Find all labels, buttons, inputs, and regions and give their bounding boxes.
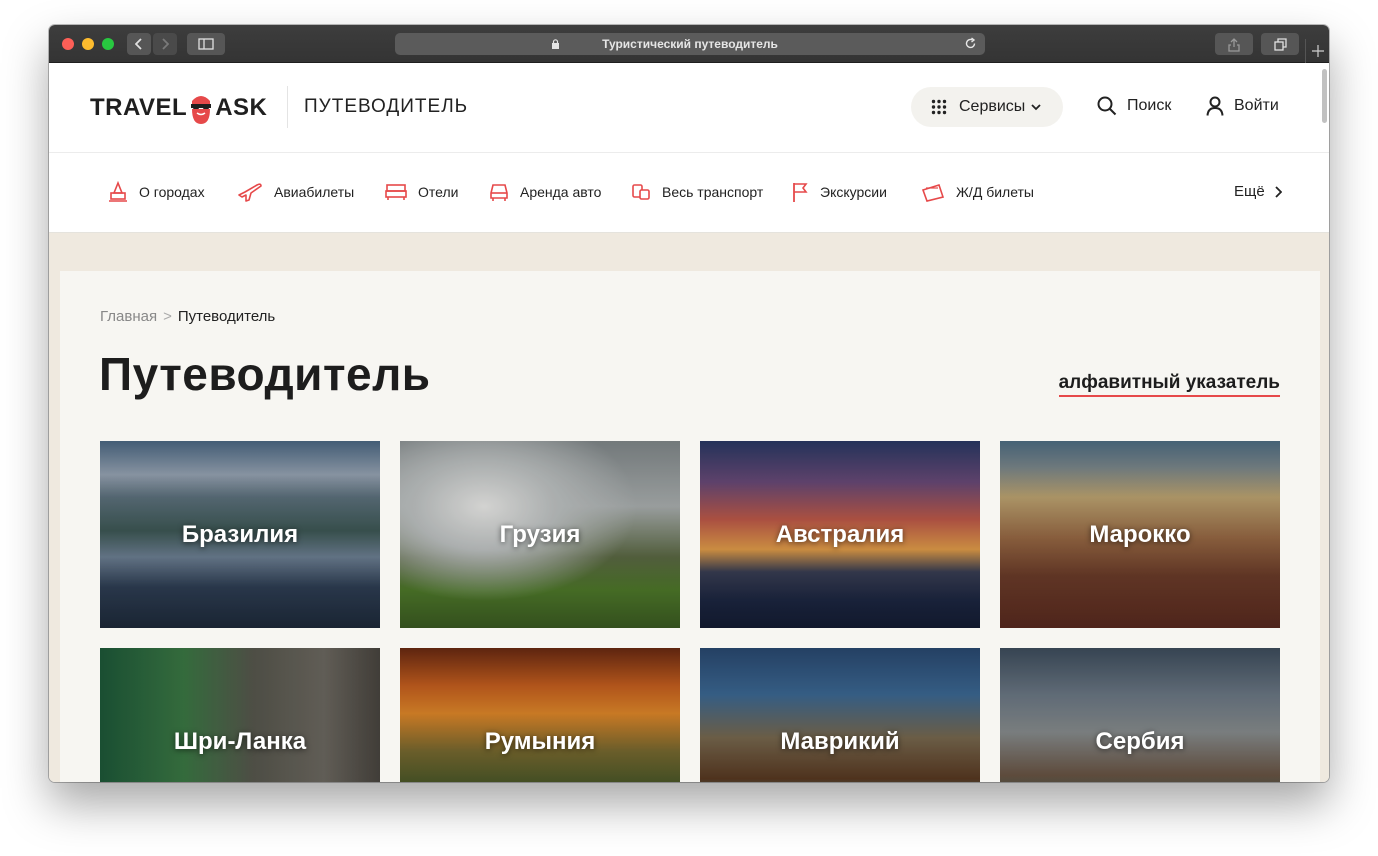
minimize-window-button[interactable] [82, 38, 94, 50]
transport-icon [632, 184, 650, 200]
nav-item-label: Ж/Д билеты [956, 184, 1034, 200]
card-image [100, 648, 380, 782]
search-label: Поиск [1127, 97, 1172, 114]
sidebar-icon [198, 38, 214, 50]
plane-icon [238, 183, 262, 202]
browser-window: Туристический путеводитель TRAVEL ASK ПУ… [49, 25, 1329, 782]
address-bar[interactable]: Туристический путеводитель [395, 33, 985, 55]
chevron-down-icon [1031, 103, 1041, 110]
destination-name: Шри-Ланка [173, 727, 307, 755]
card-image [400, 648, 680, 782]
zoom-window-button[interactable] [102, 38, 114, 50]
nav-item-car-rental[interactable]: Аренда авто [489, 180, 601, 204]
destination-card-georgia[interactable]: Грузия [400, 441, 680, 628]
destination-card-mauritius[interactable]: Маврикий [700, 648, 980, 782]
nav-item-label: Отели [418, 184, 459, 200]
city-icon [109, 181, 127, 202]
card-image [700, 648, 980, 782]
plus-icon [1312, 45, 1324, 57]
forward-button[interactable] [153, 33, 177, 55]
login-label: Войти [1234, 97, 1279, 114]
ticket-icon [921, 184, 945, 202]
destination-name: Сербия [1095, 727, 1185, 755]
nav-item-label: О городах [139, 184, 205, 200]
bearded-face-logo-icon [191, 96, 212, 124]
page-title-text: Туристический путеводитель [602, 37, 778, 51]
destination-card-romania[interactable]: Румыния [400, 648, 680, 782]
nav-item-label: Весь транспорт [662, 184, 764, 200]
alphabetical-index-link[interactable]: алфавитный указатель [1058, 372, 1280, 397]
destination-card-australia[interactable]: Австралия [700, 441, 980, 628]
nav-more-button[interactable]: Ещё [1234, 183, 1282, 200]
destination-name: Марокко [1089, 520, 1191, 548]
nav-item-label: Экскурсии [820, 184, 887, 200]
browser-toolbar: Туристический путеводитель [49, 25, 1329, 63]
destination-name: Грузия [499, 520, 581, 548]
chevron-left-icon [135, 38, 142, 50]
services-dropdown-button[interactable]: Сервисы [911, 87, 1063, 127]
nav-item-label: Авиабилеты [274, 184, 355, 200]
nav-item-flights[interactable]: Авиабилеты [237, 180, 354, 204]
tabs-icon [1273, 38, 1287, 51]
site-header: TRAVEL ASK ПУТЕВОДИТЕЛЬ Сервисы Поиск Во… [49, 63, 1329, 153]
car-icon [490, 184, 508, 201]
destination-card-serbia[interactable]: Сербия [1000, 648, 1280, 782]
flag-icon [793, 183, 808, 202]
header-divider [287, 86, 288, 128]
grid-icon [931, 99, 947, 115]
nav-item-cities[interactable]: О городах [108, 180, 205, 204]
nav-item-train-tickets[interactable]: Ж/Д билеты [921, 180, 1034, 204]
page-title: Путеводитель [99, 348, 431, 400]
page-scrollbar[interactable] [1322, 69, 1327, 123]
close-window-button[interactable] [62, 38, 74, 50]
site-logo[interactable]: TRAVEL ASK [90, 90, 267, 126]
chevron-right-icon [1275, 185, 1282, 198]
card-image [1000, 648, 1280, 782]
logo-text-left: TRAVEL [90, 94, 188, 121]
new-tab-button[interactable] [1305, 39, 1329, 63]
lock-icon [552, 39, 559, 49]
section-label[interactable]: ПУТЕВОДИТЕЛЬ [304, 96, 468, 118]
share-button[interactable] [1215, 33, 1253, 55]
breadcrumb-current: Путеводитель [177, 308, 276, 325]
logo-text-right: ASK [215, 94, 268, 121]
search-icon [1097, 96, 1117, 116]
sidebar-toggle-button[interactable] [187, 33, 225, 55]
destination-card-brazil[interactable]: Бразилия [100, 441, 380, 628]
nav-item-excursions[interactable]: Экскурсии [791, 180, 887, 204]
user-icon [1206, 96, 1224, 116]
bed-icon [385, 184, 407, 200]
reload-icon[interactable] [964, 37, 977, 50]
destination-card-sri-lanka[interactable]: Шри-Ланка [100, 648, 380, 782]
nav-item-hotels[interactable]: Отели [385, 180, 458, 204]
share-icon [1228, 38, 1240, 52]
destination-name: Бразилия [181, 520, 299, 548]
chevron-right-icon [162, 38, 169, 50]
nav-item-all-transport[interactable]: Весь транспорт [631, 180, 763, 204]
services-nav: О городах Авиабилеты Отели Аренда авто В… [49, 153, 1329, 233]
breadcrumb-home-link[interactable]: Главная [100, 308, 157, 325]
breadcrumb-separator: > [163, 308, 172, 325]
destination-card-morocco[interactable]: Марокко [1000, 441, 1280, 628]
back-button[interactable] [127, 33, 151, 55]
breadcrumb: Главная > Путеводитель [100, 308, 275, 325]
nav-item-label: Аренда авто [520, 184, 602, 200]
destination-name: Румыния [484, 727, 596, 755]
search-button[interactable]: Поиск [1097, 96, 1171, 116]
tabs-overview-button[interactable] [1261, 33, 1299, 55]
nav-more-label: Ещё [1234, 183, 1265, 200]
destination-name: Маврикий [780, 727, 900, 755]
login-button[interactable]: Войти [1206, 96, 1279, 116]
services-label: Сервисы [959, 98, 1026, 115]
destination-name: Австралия [775, 520, 905, 548]
